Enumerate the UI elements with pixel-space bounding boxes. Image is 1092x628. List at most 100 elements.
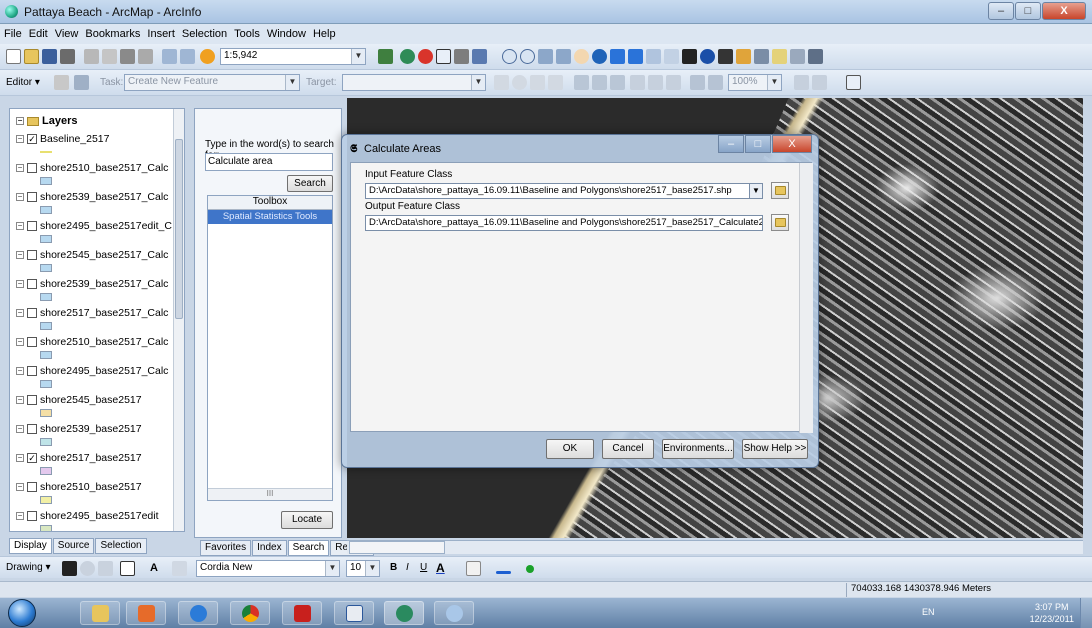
layer-visibility-checkbox[interactable] [27,395,37,406]
menu-help[interactable]: Help [313,28,336,40]
menu-file[interactable]: File [4,28,22,40]
copy-icon[interactable] [102,49,117,64]
show-help-button[interactable]: Show Help >> [742,439,808,459]
collapse-icon[interactable]: − [16,425,24,434]
layer-item[interactable]: − shore2517_base2517_Calc [16,307,168,319]
input-browse-button[interactable] [771,182,789,199]
taskbar-word[interactable] [334,601,374,625]
rotate-icon[interactable] [512,75,527,90]
layer-visibility-checkbox[interactable] [27,163,37,174]
result-item[interactable]: Spatial Statistics Tools [208,210,332,224]
ok-button[interactable]: OK [546,439,594,459]
collapse-icon[interactable]: − [16,164,24,173]
editor-menu[interactable]: Editor ▾ [6,77,40,88]
fixed-zoom-in-icon[interactable] [538,49,553,64]
tab-source[interactable]: Source [52,538,95,554]
layers-root[interactable]: − Layers [16,115,77,127]
select-elements-icon[interactable] [682,49,697,64]
layer-visibility-checkbox[interactable] [27,424,37,435]
font-size-combo[interactable]: 10 ▼ [346,560,380,577]
zoom-whole-page-icon[interactable] [98,561,113,576]
taskbar-arcmap[interactable] [384,601,424,625]
layer-visibility-checkbox[interactable] [27,279,37,290]
fixed-zoom-out-icon[interactable] [556,49,571,64]
layer-symbol-swatch[interactable] [40,525,52,531]
task-combo[interactable]: Create New Feature ▼ [124,74,300,91]
environments-button[interactable]: Environments... [662,439,734,459]
whats-this-icon[interactable] [472,49,487,64]
start-button[interactable] [8,599,36,627]
output-browse-button[interactable] [771,214,789,231]
edit-vertices-icon[interactable] [494,75,509,90]
layer-symbol-swatch[interactable] [40,496,52,504]
collapse-icon[interactable]: − [16,309,24,318]
tab-index[interactable]: Index [252,540,287,556]
zoom-in-icon[interactable] [502,49,517,64]
search-button[interactable]: Search [287,175,333,192]
layer-visibility-checkbox[interactable] [27,511,37,522]
collapse-icon[interactable]: − [16,338,24,347]
sketch-properties-icon[interactable] [548,75,563,90]
show-desktop-button[interactable] [1080,598,1092,628]
output-feature-class-field[interactable]: D:\ArcData\shore_pattaya_16.09.11\Baseli… [365,215,763,231]
layer-item[interactable]: − shore2495_base2517edit [16,510,159,522]
close-button[interactable]: X [1042,2,1086,20]
model-builder-icon[interactable] [454,49,469,64]
back-arrow-icon[interactable] [610,49,625,64]
minimize-button[interactable]: – [988,2,1014,20]
layer-visibility-checkbox[interactable] [27,366,37,377]
raster-tool-icon-1[interactable] [630,75,645,90]
language-indicator[interactable]: EN [922,607,935,617]
print-icon[interactable] [60,49,75,64]
layer-symbol-swatch[interactable] [40,409,52,417]
layer-item[interactable]: − shore2495_base2517_Calc [16,365,168,377]
zoom-out-icon[interactable] [520,49,535,64]
arccatalog-icon[interactable] [400,49,415,64]
layer-visibility-checkbox[interactable] [27,308,37,319]
layer-visibility-checkbox[interactable]: ✓ [27,134,37,145]
collapse-icon[interactable]: − [16,222,24,231]
collapse-icon[interactable]: − [16,396,24,405]
layer-symbol-swatch[interactable] [40,351,52,359]
save-icon[interactable] [42,49,57,64]
search-input[interactable]: Calculate area [205,153,333,171]
collapse-icon[interactable]: − [16,512,24,521]
add-data-icon[interactable] [200,49,215,64]
hyperlink-icon[interactable] [772,49,787,64]
menu-view[interactable]: View [55,28,79,40]
italic-button[interactable]: I [406,562,409,573]
layer-item[interactable]: − shore2539_base2517_Calc [16,278,168,290]
collapse-icon[interactable]: − [16,135,24,144]
forward-arrow-icon[interactable] [628,49,643,64]
georef-tool-icon-1[interactable] [574,75,589,90]
input-dropdown-button[interactable]: ▼ [749,183,763,199]
map-scale-combo[interactable]: 1:5,942 ▼ [220,48,366,65]
go-to-xy-icon[interactable] [736,49,751,64]
attributes-icon[interactable] [530,75,545,90]
select-features-icon[interactable] [646,49,661,64]
dialog-minimize-button[interactable]: – [718,135,744,153]
layer-symbol-swatch[interactable] [40,438,52,446]
layer-symbol-swatch[interactable] [40,177,52,185]
layer-symbol-swatch[interactable] [40,235,52,243]
new-document-icon[interactable] [6,49,21,64]
layer-visibility-checkbox[interactable] [27,192,37,203]
layer-visibility-checkbox[interactable] [27,221,37,232]
taskbar-explorer[interactable] [80,601,120,625]
tab-favorites[interactable]: Favorites [200,540,252,556]
layer-symbol-swatch[interactable] [40,380,52,388]
taskbar-media-player[interactable] [126,601,166,625]
results-hscrollbar[interactable]: III [208,488,332,500]
collapse-icon[interactable]: − [16,117,24,126]
layer-symbol-swatch[interactable] [40,322,52,330]
rotate-element-icon[interactable] [80,561,95,576]
layer-item[interactable]: − shore2510_base2517 [16,481,142,493]
taskbar-internet-explorer[interactable] [178,601,218,625]
cancel-button[interactable]: Cancel [602,439,654,459]
undo-icon[interactable] [162,49,177,64]
locate-button[interactable]: Locate [281,511,333,529]
layer-symbol-swatch[interactable] [40,206,52,214]
measure-icon[interactable] [754,49,769,64]
layer-item[interactable]: − shore2510_base2517_Calc [16,162,168,174]
layout-tool-icon-3[interactable] [794,75,809,90]
